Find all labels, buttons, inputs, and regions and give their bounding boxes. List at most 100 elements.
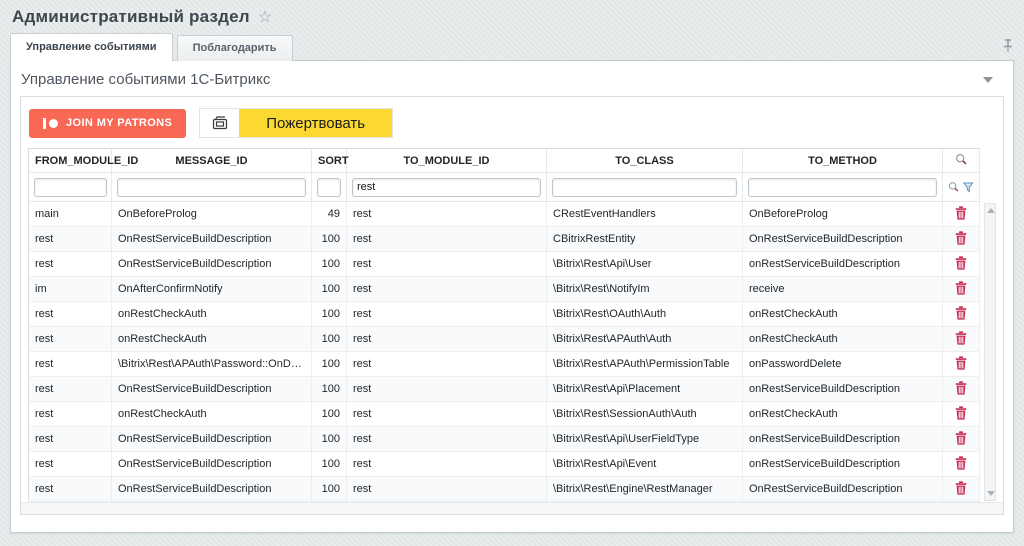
panel-title: Управление событиями 1С-Битрикс (21, 71, 270, 88)
cell-to-module: rest (347, 377, 547, 402)
cell-message-id: onRestCheckAuth (112, 402, 312, 427)
filter-search-icon[interactable] (948, 181, 959, 193)
cell-from-module: rest (29, 377, 112, 402)
trash-icon[interactable] (955, 331, 967, 345)
cell-sort: 100 (312, 227, 347, 252)
cell-from-module: rest (29, 352, 112, 377)
cell-to-method: onRestCheckAuth (743, 402, 943, 427)
cell-message-id: onRestCheckAuth (112, 327, 312, 352)
table-row: rest \Bitrix\Rest\APAuth\Password::OnDel… (29, 352, 980, 377)
table-row: rest OnRestServiceBuildDescription 100 r… (29, 377, 980, 402)
cell-sort: 100 (312, 452, 347, 477)
cell-to-method: onRestServiceBuildDescription (743, 452, 943, 477)
filter-to-module-input[interactable] (352, 178, 541, 197)
cell-message-id: \Bitrix\Rest\APAuth\Password::OnDelete (112, 352, 312, 377)
cell-message-id: OnAfterConfirmNotify (112, 277, 312, 302)
filter-to-class-input[interactable] (552, 178, 737, 197)
cell-message-id: OnRestServiceBuildDescription (112, 427, 312, 452)
events-table: FROM_MODULE_ID MESSAGE_ID SORT TO_MODULE… (28, 148, 980, 502)
table-row: rest onRestCheckAuth 100 rest \Bitrix\Re… (29, 302, 980, 327)
cell-sort: 100 (312, 277, 347, 302)
admin-page: Административный раздел ☆ Управление соб… (0, 0, 1024, 546)
cell-to-module: rest (347, 227, 547, 252)
grid-box: JOIN MY PATRONS Пожертвовать (20, 96, 1004, 515)
col-header-from-module[interactable]: FROM_MODULE_ID (29, 149, 112, 173)
cell-from-module: rest (29, 427, 112, 452)
cell-to-method: onRestCheckAuth (743, 302, 943, 327)
content-panel: Управление событиями 1С-Битрикс JOIN MY … (10, 60, 1014, 533)
grid-filter-row (29, 173, 980, 202)
cell-actions (943, 202, 980, 227)
cell-actions (943, 377, 980, 402)
trash-icon[interactable] (955, 456, 967, 470)
cell-to-class: \Bitrix\Rest\Api\Event (547, 452, 743, 477)
filter-to-method-input[interactable] (748, 178, 937, 197)
filter-from-module-input[interactable] (34, 178, 107, 197)
table-row: rest OnRestServiceBuildDescription 100 r… (29, 427, 980, 452)
trash-icon[interactable] (955, 356, 967, 370)
trash-icon[interactable] (955, 231, 967, 245)
cell-to-module: rest (347, 277, 547, 302)
cell-from-module: rest (29, 477, 112, 502)
cell-to-module: rest (347, 402, 547, 427)
cell-from-module: rest (29, 302, 112, 327)
vertical-scrollbar[interactable] (984, 203, 996, 501)
cell-message-id: OnRestServiceBuildDescription (112, 252, 312, 277)
trash-icon[interactable] (955, 306, 967, 320)
col-header-sort[interactable]: SORT (312, 149, 347, 173)
page-header: Административный раздел ☆ (0, 0, 1024, 32)
cell-from-module: rest (29, 252, 112, 277)
trash-icon[interactable] (955, 256, 967, 270)
patreon-button[interactable]: JOIN MY PATRONS (29, 109, 186, 138)
filter-sort-input[interactable] (317, 178, 341, 197)
cell-actions (943, 402, 980, 427)
donate-button[interactable]: Пожертвовать (199, 108, 393, 138)
cell-to-class: CBitrixRestEntity (547, 227, 743, 252)
scroll-down-icon[interactable] (987, 491, 995, 496)
cell-to-class: \Bitrix\Rest\APAuth\PermissionTable (547, 352, 743, 377)
cell-to-module: rest (347, 327, 547, 352)
donate-button-label: Пожертвовать (239, 109, 392, 137)
cell-to-method: OnRestServiceBuildDescription (743, 477, 943, 502)
cell-to-class: \Bitrix\Rest\NotifyIm (547, 277, 743, 302)
table-row: im OnAfterConfirmNotify 100 rest \Bitrix… (29, 277, 980, 302)
tab-event-management[interactable]: Управление событиями (10, 33, 173, 61)
cell-to-class: \Bitrix\Rest\SessionAuth\Auth (547, 402, 743, 427)
table-row: rest OnRestServiceBuildDescription 100 r… (29, 477, 980, 502)
cell-actions (943, 452, 980, 477)
favorite-star-icon[interactable]: ☆ (258, 10, 272, 26)
cell-sort: 100 (312, 477, 347, 502)
cell-from-module: rest (29, 402, 112, 427)
col-header-to-method[interactable]: TO_METHOD (743, 149, 943, 173)
table-row: rest OnRestServiceBuildDescription 100 r… (29, 227, 980, 252)
scroll-up-icon[interactable] (987, 208, 995, 213)
col-header-to-class[interactable]: TO_CLASS (547, 149, 743, 173)
cell-message-id: OnRestServiceBuildDescription (112, 452, 312, 477)
cell-from-module: im (29, 277, 112, 302)
trash-icon[interactable] (955, 281, 967, 295)
cell-to-module: rest (347, 252, 547, 277)
cell-to-class: \Bitrix\Rest\Api\Placement (547, 377, 743, 402)
cell-to-method: onRestServiceBuildDescription (743, 427, 943, 452)
cell-to-method: receive (743, 277, 943, 302)
panel-header: Управление событиями 1С-Битрикс (11, 61, 1013, 96)
collapse-arrow-icon[interactable] (983, 77, 993, 83)
cell-to-method: onRestServiceBuildDescription (743, 252, 943, 277)
funnel-icon[interactable] (963, 182, 974, 193)
trash-icon[interactable] (955, 206, 967, 220)
col-header-to-module[interactable]: TO_MODULE_ID (347, 149, 547, 173)
trash-icon[interactable] (955, 406, 967, 420)
cell-to-module: rest (347, 452, 547, 477)
trash-icon[interactable] (955, 481, 967, 495)
cell-sort: 100 (312, 302, 347, 327)
cell-sort: 100 (312, 377, 347, 402)
trash-icon[interactable] (955, 431, 967, 445)
filter-message-id-input[interactable] (117, 178, 306, 197)
tab-bar: Управление событиями Поблагодарить (10, 33, 1014, 61)
magnifier-icon[interactable] (955, 153, 968, 166)
cell-sort: 100 (312, 427, 347, 452)
trash-icon[interactable] (955, 381, 967, 395)
col-header-message-id[interactable]: MESSAGE_ID (112, 149, 312, 173)
grid-footer-strip (21, 502, 1003, 514)
tab-thank-you[interactable]: Поблагодарить (177, 35, 293, 61)
